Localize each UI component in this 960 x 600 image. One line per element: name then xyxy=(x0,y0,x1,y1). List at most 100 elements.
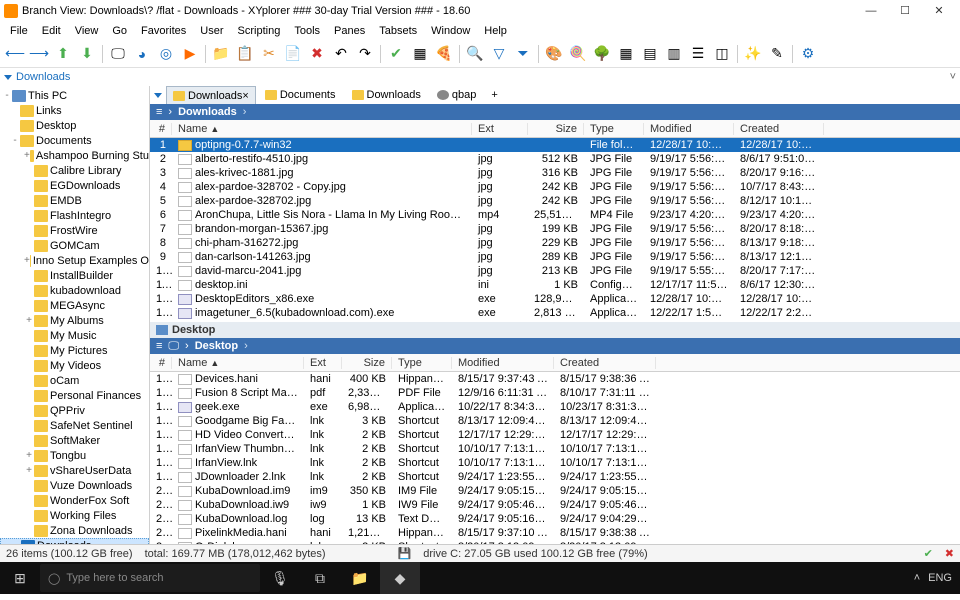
tree-item[interactable]: My Videos xyxy=(0,358,149,373)
menu-user[interactable]: User xyxy=(194,25,229,37)
tree-item[interactable]: Working Files xyxy=(0,508,149,523)
file-row[interactable]: 9dan-carlson-141263.jpgjpg289 KBJPG File… xyxy=(150,250,960,264)
col-size[interactable]: Size xyxy=(528,123,584,135)
menu-scripting[interactable]: Scripting xyxy=(232,25,287,37)
tree-item[interactable]: EMDB xyxy=(0,193,149,208)
tree-twisty-icon[interactable]: + xyxy=(24,465,34,476)
taskbar-search[interactable]: ◯ Type here to search xyxy=(40,564,260,592)
col-modified[interactable]: Modified xyxy=(644,123,734,135)
menu-tabsets[interactable]: Tabsets xyxy=(373,25,423,37)
col-size[interactable]: Size xyxy=(342,357,392,369)
maximize-button[interactable]: ☐ xyxy=(888,0,922,22)
box-icon[interactable]: ▦ xyxy=(409,43,431,65)
file-row[interactable]: 7brandon-morgan-15367.jpgjpg199 KBJPG Fi… xyxy=(150,222,960,236)
tree-item[interactable]: Personal Finances xyxy=(0,388,149,403)
file-row[interactable]: 14geek.exeexe6,985 KBApplication10/22/17… xyxy=(150,400,960,414)
tree-item[interactable]: -This PC xyxy=(0,88,149,103)
file-row[interactable]: 20KubaDownload.im9im9350 KBIM9 File9/24/… xyxy=(150,484,960,498)
tree-item[interactable]: FlashIntegro xyxy=(0,208,149,223)
file-row[interactable]: 23PixelinkMedia.hanihani1,215 KBHippani … xyxy=(150,526,960,540)
task-view-icon[interactable]: ⧉ xyxy=(300,562,340,594)
status-cancel-icon[interactable]: ✖ xyxy=(945,547,954,560)
col-ext[interactable]: Ext xyxy=(304,357,342,369)
cut-icon[interactable]: ✂ xyxy=(258,43,280,65)
file-row[interactable]: 10david-marcu-2041.jpgjpg213 KBJPG File9… xyxy=(150,264,960,278)
tree-twisty-icon[interactable]: + xyxy=(24,315,34,326)
palette-icon[interactable]: 🎨 xyxy=(543,43,565,65)
delete-icon[interactable]: ✖ xyxy=(306,43,328,65)
tray-chevron-icon[interactable]: ˄ xyxy=(914,572,920,584)
taskbar-app-xyplorer[interactable]: ◆ xyxy=(380,562,420,594)
col-created[interactable]: Created xyxy=(734,123,824,135)
tree-item[interactable]: Downloads xyxy=(0,538,149,544)
gear-icon[interactable]: ⚙ xyxy=(797,43,819,65)
list-icon[interactable]: ☰ xyxy=(687,43,709,65)
tree-item[interactable]: Vuze Downloads xyxy=(0,478,149,493)
file-row[interactable]: 1optipng-0.7.7-win32File folder12/28/17 … xyxy=(150,138,960,152)
file-row[interactable]: 21KubaDownload.iw9iw91 KBIW9 File9/24/17… xyxy=(150,498,960,512)
file-row[interactable]: 13Fusion 8 Script Manual.pdfpdf2,330 KBP… xyxy=(150,386,960,400)
tree-item[interactable]: +Inno Setup Examples O xyxy=(0,253,149,268)
grid2-icon[interactable]: ▤ xyxy=(639,43,661,65)
menu-edit[interactable]: Edit xyxy=(36,25,67,37)
menu-tools[interactable]: Tools xyxy=(288,25,326,37)
leaf-icon[interactable]: 🌳 xyxy=(591,43,613,65)
tree-twisty-icon[interactable]: + xyxy=(24,255,30,266)
col-index[interactable]: # xyxy=(150,123,172,135)
col-type[interactable]: Type xyxy=(392,357,452,369)
hamburger-icon[interactable]: ≡ xyxy=(156,340,162,352)
col-name[interactable]: Name ▲ xyxy=(172,123,472,135)
down-button[interactable]: ⬇ xyxy=(76,43,98,65)
pane-top-crumb[interactable]: ≡ › Downloads › xyxy=(150,104,960,120)
panel-icon[interactable]: ◫ xyxy=(711,43,733,65)
tree-item[interactable]: My Music xyxy=(0,328,149,343)
start-button[interactable]: ⊞ xyxy=(0,562,40,594)
file-row[interactable]: 15Goodgame Big Farm.lnklnk3 KBShortcut8/… xyxy=(150,414,960,428)
file-row[interactable]: 16HD Video Converter Fact…lnk2 KBShortcu… xyxy=(150,428,960,442)
file-row[interactable]: 5alex-pardoe-328702.jpgjpg242 KBJPG File… xyxy=(150,194,960,208)
tab[interactable]: Downloads × xyxy=(166,86,256,104)
undo-icon[interactable]: ↶ xyxy=(330,43,352,65)
tab-dropdown-icon[interactable] xyxy=(154,93,162,98)
minimize-button[interactable]: — xyxy=(854,0,888,22)
tree-twisty-icon[interactable]: - xyxy=(10,135,20,146)
file-row[interactable]: 11desktop.iniini1 KBConfigurati…12/17/17… xyxy=(150,278,960,292)
tree-item[interactable]: FrostWire xyxy=(0,223,149,238)
tree-item[interactable]: EGDownloads xyxy=(0,178,149,193)
tree-twisty-icon[interactable]: + xyxy=(24,450,34,461)
copy-icon[interactable]: 📋 xyxy=(234,43,256,65)
pane-bottom-header[interactable]: # Name ▲ Ext Size Type Modified Created xyxy=(150,354,960,372)
tree-item[interactable]: Links xyxy=(0,103,149,118)
menu-window[interactable]: Window xyxy=(425,25,476,37)
tree-item[interactable]: +My Albums xyxy=(0,313,149,328)
tree-twisty-icon[interactable]: - xyxy=(2,90,12,101)
tree-item[interactable]: SafeNet Sentinel xyxy=(0,418,149,433)
crumb-chevron-icon[interactable]: ˅ xyxy=(950,71,956,83)
menu-view[interactable]: View xyxy=(69,25,105,37)
forward-button[interactable]: ⟶ xyxy=(28,43,50,65)
crumb-segment[interactable]: Desktop xyxy=(195,340,238,352)
grid3-icon[interactable]: ▥ xyxy=(663,43,685,65)
tab[interactable]: qbap xyxy=(430,86,483,104)
tree-item[interactable]: GOMCam xyxy=(0,238,149,253)
search-icon[interactable]: 🔍 xyxy=(464,43,486,65)
up-button[interactable]: ⬆ xyxy=(52,43,74,65)
tree-item[interactable]: +Tongbu xyxy=(0,448,149,463)
folder-tree[interactable]: -This PCLinksDesktop-Documents+Ashampoo … xyxy=(0,86,150,544)
col-ext[interactable]: Ext xyxy=(472,123,528,135)
file-row[interactable]: 13imagetuner_6.5(kubadownload.com).exeex… xyxy=(150,306,960,320)
col-modified[interactable]: Modified xyxy=(452,357,554,369)
filter-icon[interactable]: ▽ xyxy=(488,43,510,65)
funnel-icon[interactable]: ⏷ xyxy=(512,43,534,65)
close-button[interactable]: ✕ xyxy=(922,0,956,22)
menu-favorites[interactable]: Favorites xyxy=(135,25,192,37)
file-row[interactable]: 19JDownloader 2.lnklnk2 KBShortcut9/24/1… xyxy=(150,470,960,484)
pane-top-grid[interactable]: 1optipng-0.7.7-win32File folder12/28/17 … xyxy=(150,138,960,322)
col-index[interactable]: # xyxy=(150,357,172,369)
col-type[interactable]: Type xyxy=(584,123,644,135)
clock-icon[interactable]: ◕ xyxy=(131,43,153,65)
spiral-icon[interactable]: 🍭 xyxy=(567,43,589,65)
tray-lang[interactable]: ENG xyxy=(928,572,952,584)
redo-icon[interactable]: ↷ xyxy=(354,43,376,65)
file-row[interactable]: 2alberto-restifo-4510.jpgjpg512 KBJPG Fi… xyxy=(150,152,960,166)
